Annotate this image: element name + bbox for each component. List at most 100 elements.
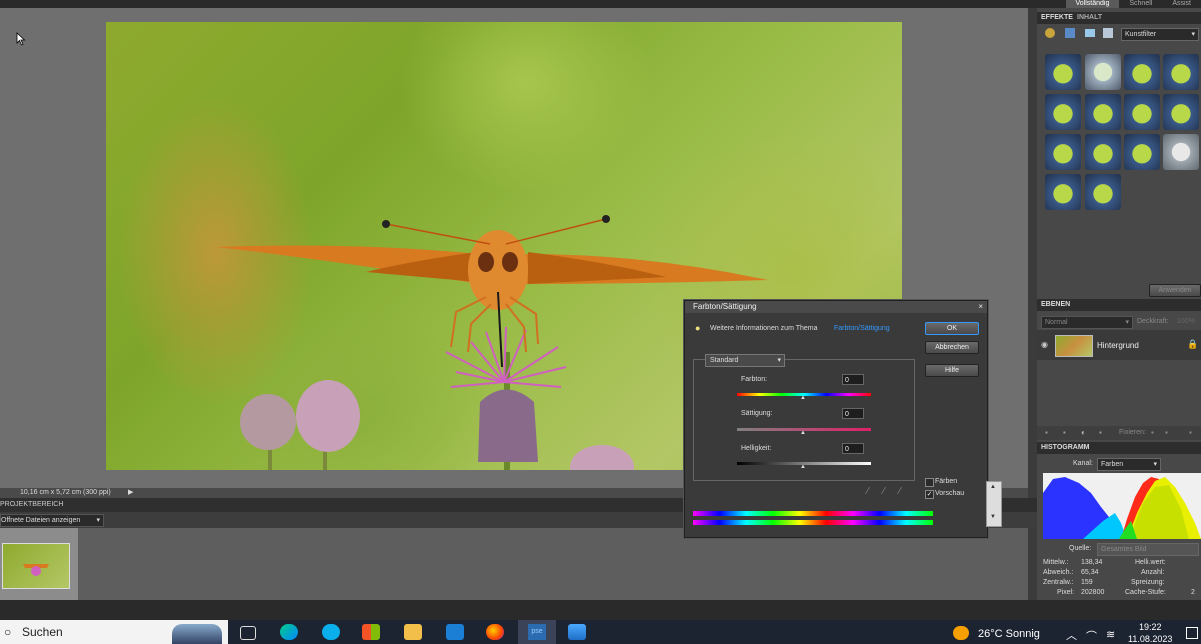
- scroll-down-icon[interactable]: ▼: [990, 514, 996, 520]
- colorize-checkbox[interactable]: [925, 478, 934, 487]
- layers-toolbar: ▪ ▪ ◐ ▪ Fixieren: ▪ ▪ ▪: [1037, 426, 1201, 440]
- effect-tile-6[interactable]: [1085, 94, 1121, 130]
- mail-icon[interactable]: [446, 624, 464, 640]
- taskbar-active-app[interactable]: pse: [518, 620, 556, 644]
- tab-effects[interactable]: EFFEKTE: [1041, 12, 1073, 24]
- skype-icon[interactable]: [322, 624, 340, 640]
- ok-button[interactable]: OK: [925, 322, 979, 335]
- effect-tile-8[interactable]: [1163, 94, 1199, 130]
- blend-mode-dropdown[interactable]: Normal ▾: [1041, 316, 1133, 329]
- status-arrow-icon[interactable]: ▶: [128, 488, 133, 498]
- stat-dev-value: 65,34: [1081, 569, 1099, 576]
- effect-tile-14[interactable]: [1085, 174, 1121, 210]
- mask-icon[interactable]: ▪: [1099, 428, 1102, 437]
- layer-styles-icon[interactable]: [1065, 28, 1075, 38]
- opacity-label: Deckkraft:: [1137, 318, 1169, 325]
- taskbar-search[interactable]: ○ Suchen: [0, 620, 228, 644]
- notification-icon[interactable]: [1186, 627, 1198, 639]
- project-bin-title: PROJEKTBEREICH: [0, 501, 64, 508]
- layer-row-background[interactable]: ◉ Hintergrund 🔒: [1037, 330, 1201, 360]
- saturation-slider-thumb[interactable]: ▲: [800, 430, 806, 436]
- project-bin-area: [0, 528, 1028, 600]
- network-icon[interactable]: ⌒: [1086, 628, 1097, 644]
- eyedropper-icon[interactable]: ⁄: [867, 486, 869, 497]
- lightbulb-icon: ●: [695, 323, 701, 333]
- saturation-input[interactable]: 0: [842, 408, 864, 419]
- hue-slider-thumb[interactable]: ▲: [800, 395, 806, 401]
- eyedropper-plus-icon[interactable]: ⁄: [883, 486, 885, 497]
- edit-range-dropdown[interactable]: Standard ▾: [705, 354, 785, 367]
- effect-tile-11[interactable]: [1124, 134, 1160, 170]
- weather-icon[interactable]: [953, 626, 969, 640]
- effect-tile-5[interactable]: [1045, 94, 1081, 130]
- effect-tile-2[interactable]: [1085, 54, 1121, 90]
- apply-button[interactable]: Anwenden: [1149, 284, 1201, 297]
- tab-quick[interactable]: Schnell: [1119, 0, 1162, 8]
- chevron-up-icon[interactable]: ︿: [1066, 627, 1077, 643]
- adjustment-layer-icon[interactable]: ◐: [1081, 428, 1086, 437]
- effect-tile-4[interactable]: [1163, 54, 1199, 90]
- filters-icon[interactable]: [1045, 28, 1055, 38]
- opacity-value[interactable]: 100%: [1177, 318, 1195, 325]
- photos-icon[interactable]: [568, 624, 586, 640]
- edit-range-label: Standard: [710, 357, 739, 364]
- new-layer-icon[interactable]: ▪: [1045, 428, 1048, 437]
- tab-assist[interactable]: Assist: [1162, 0, 1201, 8]
- group-icon[interactable]: ▪: [1063, 428, 1066, 437]
- saturation-label: Sättigung:: [741, 410, 773, 417]
- effect-tile-1[interactable]: [1045, 54, 1081, 90]
- lightness-input[interactable]: 0: [842, 443, 864, 454]
- store-icon[interactable]: [362, 624, 380, 640]
- clock-date[interactable]: 11.08.2023: [1128, 634, 1172, 644]
- lock-all-icon[interactable]: ▪: [1165, 428, 1168, 437]
- edge-icon[interactable]: [280, 624, 298, 640]
- tab-content[interactable]: INHALT: [1077, 12, 1102, 24]
- effect-tile-3[interactable]: [1124, 54, 1160, 90]
- lightness-slider-thumb[interactable]: ▲: [800, 464, 806, 470]
- help-button[interactable]: Hilfe: [925, 364, 979, 377]
- all-effects-icon[interactable]: [1103, 28, 1113, 38]
- open-files-dropdown[interactable]: Offnete Dateien anzeigen ▾: [0, 514, 104, 527]
- channel-dropdown[interactable]: Farben ▾: [1097, 458, 1161, 471]
- source-dropdown[interactable]: Gesamtes Bild: [1097, 543, 1199, 556]
- hue-input[interactable]: 0: [842, 374, 864, 385]
- source-value: Gesamtes Bild: [1101, 546, 1147, 553]
- file-explorer-icon[interactable]: [404, 624, 422, 640]
- clock-time[interactable]: 19:22: [1139, 622, 1162, 632]
- document-thumbnail[interactable]: [2, 543, 70, 589]
- trash-icon[interactable]: ▪: [1189, 428, 1192, 437]
- task-view-icon[interactable]: [240, 626, 256, 640]
- layers-panel-header: EBENEN: [1037, 299, 1201, 311]
- colorize-label: Färben: [935, 478, 958, 485]
- eyedropper-minus-icon[interactable]: ⁄: [899, 486, 901, 497]
- cancel-button[interactable]: Abbrechen: [925, 341, 979, 354]
- hue-label: Farbton:: [741, 376, 768, 383]
- stat-pixels-value: 202800: [1081, 589, 1105, 596]
- dialog-title-bar[interactable]: Farbton/Sättigung ×: [685, 301, 987, 313]
- chevron-down-icon: ▾: [1191, 31, 1195, 38]
- weather-text[interactable]: 26°C Sonnig: [978, 628, 1040, 640]
- stat-mean-label: Mittelw.:: [1043, 559, 1069, 566]
- stat-count-label: Anzahl:: [1141, 569, 1165, 576]
- vertical-scrollbar[interactable]: ▲ ▼: [986, 481, 1002, 527]
- close-icon[interactable]: ×: [978, 301, 983, 313]
- effect-tile-9[interactable]: [1045, 134, 1081, 170]
- firefox-icon[interactable]: [486, 624, 504, 640]
- color-bar-bottom: [693, 520, 933, 525]
- info-link[interactable]: Farbton/Sättigung: [834, 325, 890, 332]
- wifi-icon[interactable]: ≋: [1106, 628, 1115, 641]
- effect-tile-10[interactable]: [1085, 134, 1121, 170]
- eye-icon[interactable]: ◉: [1041, 340, 1048, 349]
- effect-tile-13[interactable]: [1045, 174, 1081, 210]
- effect-tile-12[interactable]: [1163, 134, 1199, 170]
- lightness-label: Helligkeit:: [741, 445, 772, 452]
- preview-checkbox[interactable]: ✓: [925, 490, 934, 499]
- lock-pixels-icon[interactable]: ▪: [1151, 428, 1154, 437]
- scroll-up-icon[interactable]: ▲: [990, 484, 996, 490]
- photo-effects-icon[interactable]: [1085, 29, 1095, 37]
- effect-tile-7[interactable]: [1124, 94, 1160, 130]
- stat-median-value: 159: [1081, 579, 1093, 586]
- filter-category-dropdown[interactable]: Kunstfilter ▾: [1121, 28, 1199, 41]
- stat-cache-value: 2: [1191, 589, 1195, 596]
- tab-full[interactable]: Vollständig: [1065, 0, 1120, 8]
